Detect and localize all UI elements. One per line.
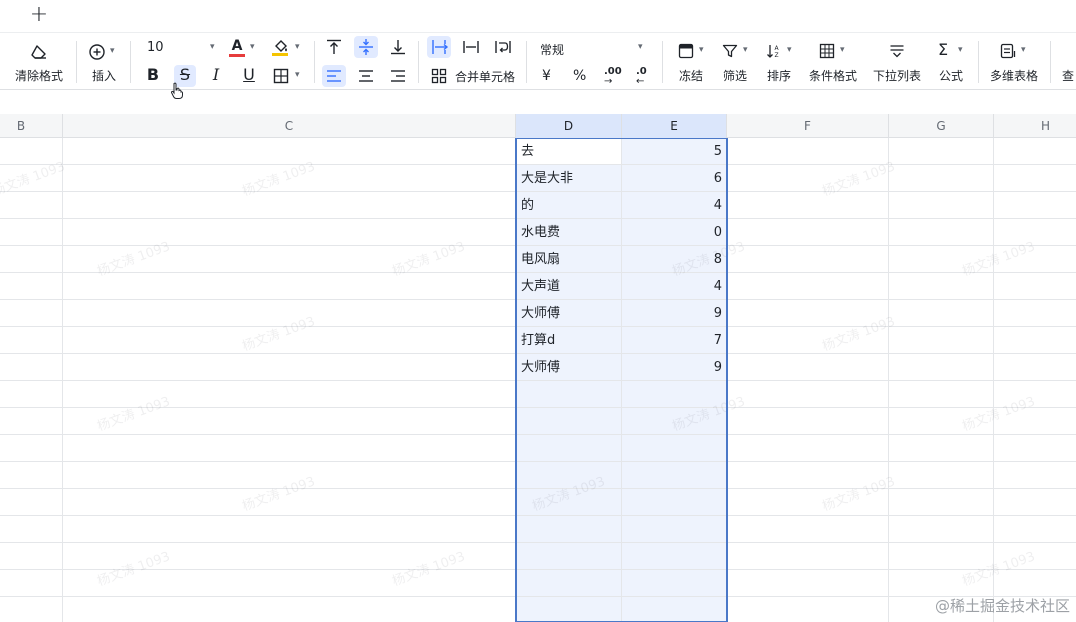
sort-icon[interactable]: AZ	[766, 43, 782, 59]
clear-format-button[interactable]: 清除格式	[15, 67, 63, 84]
align-left-icon[interactable]	[322, 65, 346, 87]
underline-icon[interactable]: U	[238, 65, 260, 87]
chevron-down-icon[interactable]: ▾	[250, 42, 255, 52]
selection-border	[515, 138, 728, 622]
sort-button[interactable]: 排序	[767, 67, 791, 84]
column-header: B C D E F G H	[0, 114, 1076, 138]
toolbar: 清除格式 ▾ 插入 10 ▾ A ▾ ▾ B S I U ▾ 合并单元格 常规 …	[0, 32, 1076, 90]
conditional-format-button[interactable]: 条件格式	[809, 67, 857, 84]
insert-icon[interactable]	[88, 43, 106, 61]
svg-text:A: A	[775, 45, 780, 52]
text-overflow-icon[interactable]	[427, 36, 451, 58]
top-bar: +	[0, 0, 1076, 32]
border-icon[interactable]	[273, 68, 289, 84]
chevron-down-icon[interactable]: ▾	[1021, 45, 1026, 55]
watermark: 杨文涛 1093	[390, 549, 468, 590]
watermark: 杨文涛 1093	[820, 314, 898, 355]
spacer	[0, 90, 1076, 114]
filter-button[interactable]: 筛选	[723, 67, 747, 84]
fill-color-icon[interactable]	[272, 38, 290, 58]
watermark: 杨文涛 1093	[820, 159, 898, 200]
increase-decimal-icon[interactable]: .00 →	[604, 67, 622, 87]
watermark: 杨文涛 1093	[240, 314, 318, 355]
chevron-down-icon[interactable]: ▾	[787, 45, 792, 55]
align-middle-icon[interactable]	[354, 36, 378, 58]
dropdown-list-icon[interactable]	[889, 43, 905, 59]
align-bottom-icon[interactable]	[389, 38, 407, 56]
chevron-down-icon[interactable]: ▾	[840, 45, 845, 55]
watermark: 杨文涛 1093	[95, 394, 173, 435]
watermark: 杨文涛 1093	[820, 474, 898, 515]
svg-text:Z: Z	[775, 52, 779, 59]
currency-button[interactable]: ¥	[542, 68, 551, 84]
watermark: 杨文涛 1093	[0, 159, 68, 200]
align-center-icon[interactable]	[357, 68, 375, 84]
filter-icon[interactable]	[722, 43, 738, 59]
column-header-e[interactable]: E	[622, 114, 727, 138]
chevron-down-icon[interactable]: ▾	[295, 42, 300, 52]
more-button[interactable]: 查	[1062, 67, 1074, 84]
freeze-icon[interactable]	[678, 43, 694, 59]
dropdown-list-button[interactable]: 下拉列表	[873, 67, 921, 84]
chevron-down-icon[interactable]: ▾	[638, 42, 643, 52]
hand-cursor-icon	[170, 82, 184, 104]
font-size-select[interactable]: 10	[147, 40, 164, 55]
column-header-b[interactable]: B	[0, 114, 63, 138]
sigma-icon[interactable]: Σ	[938, 40, 948, 59]
chevron-down-icon[interactable]: ▾	[743, 45, 748, 55]
align-right-icon[interactable]	[389, 68, 407, 84]
chevron-down-icon[interactable]: ▾	[210, 42, 215, 52]
text-wrap-icon[interactable]	[494, 38, 512, 56]
formula-button[interactable]: 公式	[939, 67, 963, 84]
bold-icon[interactable]: B	[142, 65, 164, 87]
column-header-f[interactable]: F	[727, 114, 889, 138]
sheet-grid[interactable]: 杨文涛 1093 杨文涛 1093 杨文涛 1093 杨文涛 1093 杨文涛 …	[0, 138, 1076, 622]
eraser-icon[interactable]	[30, 43, 48, 61]
watermark: 杨文涛 1093	[960, 394, 1038, 435]
site-watermark: @稀土掘金技术社区	[934, 597, 1070, 615]
number-format-select[interactable]: 常规	[540, 41, 564, 58]
font-color-icon[interactable]: A	[229, 38, 245, 58]
column-header-c[interactable]: C	[63, 114, 516, 138]
watermark: 杨文涛 1093	[960, 549, 1038, 590]
merge-cells-icon[interactable]	[431, 68, 447, 84]
conditional-format-icon[interactable]	[819, 43, 835, 59]
column-header-d[interactable]: D	[516, 114, 622, 138]
plus-icon[interactable]: +	[28, 4, 50, 26]
watermark: 杨文涛 1093	[95, 549, 173, 590]
percent-button[interactable]: %	[573, 68, 586, 84]
freeze-button[interactable]: 冻结	[679, 67, 703, 84]
decrease-decimal-icon[interactable]: .0 ←	[636, 67, 647, 87]
watermark: 杨文涛 1093	[240, 474, 318, 515]
chevron-down-icon[interactable]: ▾	[295, 70, 300, 80]
column-header-g[interactable]: G	[889, 114, 994, 138]
italic-icon[interactable]: I	[205, 65, 227, 87]
align-top-icon[interactable]	[325, 38, 343, 56]
insert-button[interactable]: 插入	[92, 67, 116, 84]
chevron-down-icon[interactable]: ▾	[699, 45, 704, 55]
column-header-h[interactable]: H	[994, 114, 1076, 138]
chevron-down-icon[interactable]: ▾	[958, 45, 963, 55]
multi-table-button[interactable]: 多维表格	[990, 67, 1038, 84]
chevron-down-icon[interactable]: ▾	[110, 46, 115, 56]
multi-table-icon[interactable]	[1000, 43, 1016, 59]
watermark: 杨文涛 1093	[240, 159, 318, 200]
merge-cells-button[interactable]: 合并单元格	[455, 68, 515, 85]
text-clip-icon[interactable]	[462, 38, 480, 56]
